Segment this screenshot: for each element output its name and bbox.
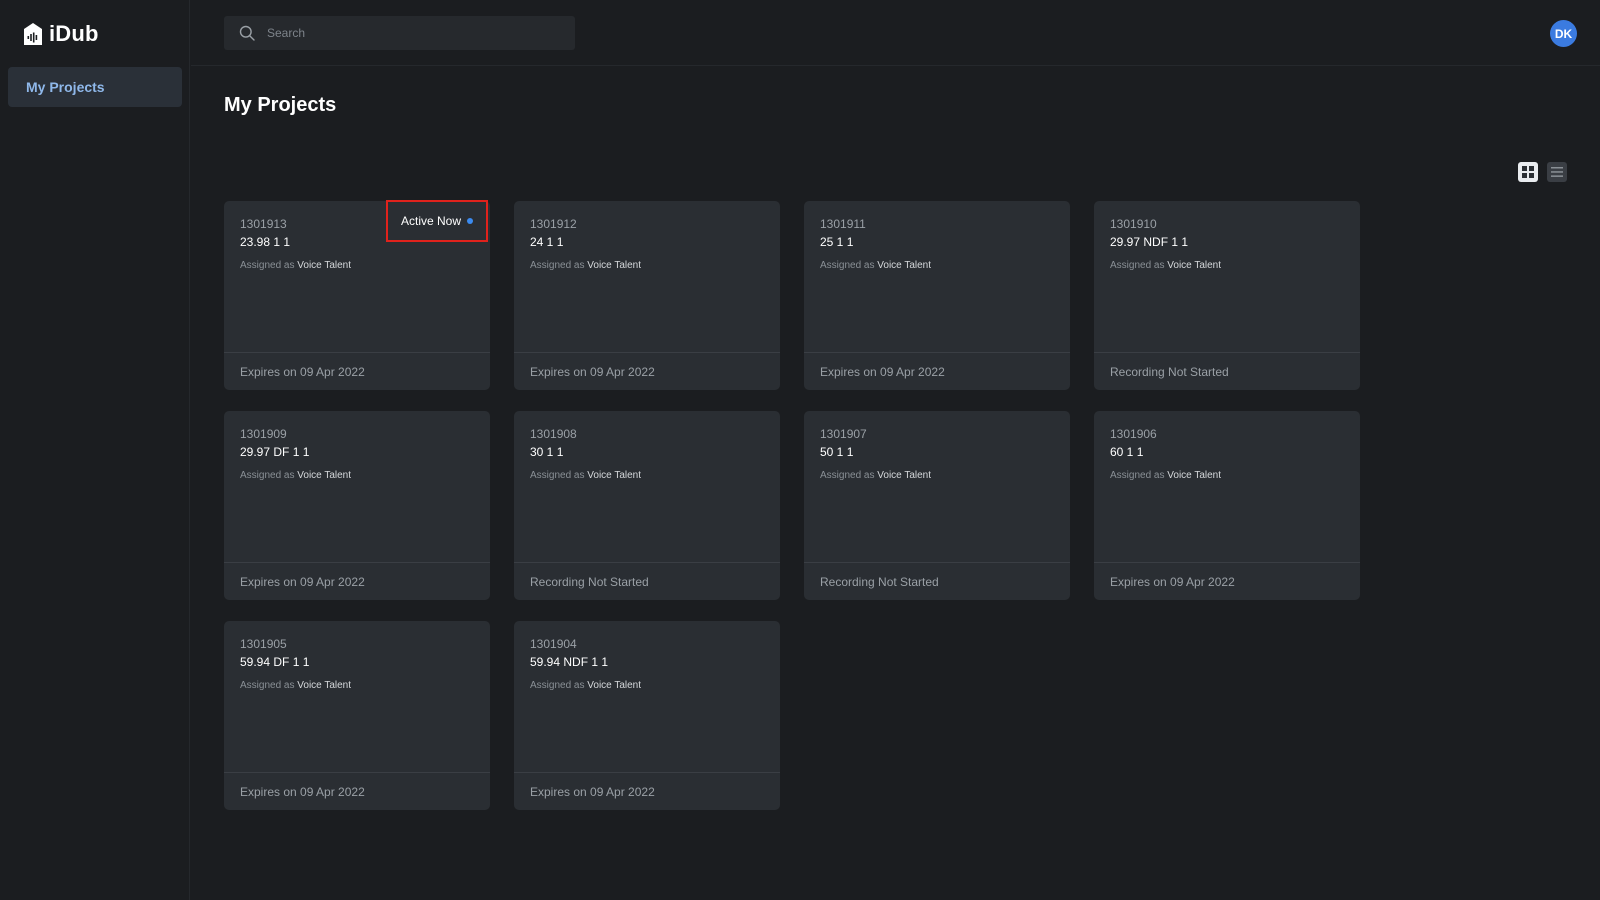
project-id: 1301910 (1110, 217, 1157, 231)
search-input[interactable] (267, 26, 557, 40)
project-card[interactable]: 1301906 60 1 1 Assigned as Voice Talent … (1094, 411, 1360, 600)
sidebar-item-my-projects[interactable]: My Projects (8, 67, 182, 107)
view-toggle (1518, 162, 1567, 182)
project-card[interactable]: 1301908 30 1 1 Assigned as Voice Talent … (514, 411, 780, 600)
project-card[interactable]: 1301905 59.94 DF 1 1 Assigned as Voice T… (224, 621, 490, 810)
app-name: iDub (49, 21, 99, 46)
assignment-role: Voice Talent (297, 680, 352, 691)
assignment-prefix: Assigned as (1110, 260, 1165, 271)
card-footer: Expires on 09 Apr 2022 (514, 772, 780, 810)
card-body: 1301904 59.94 NDF 1 1 Assigned as Voice … (530, 637, 764, 692)
assignment: Assigned as Voice Talent (530, 260, 764, 272)
project-card[interactable]: 1301911 25 1 1 Assigned as Voice Talent … (804, 201, 1070, 390)
assignment-prefix: Assigned as (1110, 470, 1165, 481)
app-root: iDub My Projects DK My Projects (0, 0, 1600, 900)
page-title: My Projects (224, 94, 337, 116)
project-name: 25 1 1 (820, 235, 854, 249)
project-id: 1301908 (530, 427, 577, 441)
assignment-prefix: Assigned as (530, 470, 585, 481)
card-body: 1301909 29.97 DF 1 1 Assigned as Voice T… (240, 427, 474, 482)
assignment-prefix: Assigned as (820, 260, 875, 271)
list-view-icon (1551, 167, 1563, 177)
assignment: Assigned as Voice Talent (240, 260, 474, 272)
sidebar: iDub My Projects (0, 0, 190, 900)
card-footer: Expires on 09 Apr 2022 (514, 352, 780, 390)
assignment-prefix: Assigned as (240, 470, 295, 481)
active-dot-icon (467, 218, 474, 224)
project-id: 1301912 (530, 217, 577, 231)
project-id: 1301907 (820, 427, 867, 441)
assignment: Assigned as Voice Talent (1110, 260, 1344, 272)
card-footer: Expires on 09 Apr 2022 (224, 352, 490, 390)
sidebar-item-label: My Projects (26, 79, 105, 95)
assignment: Assigned as Voice Talent (530, 470, 764, 482)
assignment: Assigned as Voice Talent (820, 470, 1054, 482)
project-id: 1301905 (240, 637, 287, 651)
card-footer: Recording Not Started (514, 562, 780, 600)
assignment-role: Voice Talent (587, 260, 642, 271)
card-body: 1301907 50 1 1 Assigned as Voice Talent (820, 427, 1054, 482)
search-box[interactable] (224, 16, 575, 50)
project-card[interactable]: 1301904 59.94 NDF 1 1 Assigned as Voice … (514, 621, 780, 810)
project-id: 1301909 (240, 427, 287, 441)
project-name: 29.97 NDF 1 1 (1110, 235, 1189, 249)
assignment-role: Voice Talent (877, 260, 932, 271)
assignment-prefix: Assigned as (240, 260, 295, 271)
project-card[interactable]: 1301912 24 1 1 Assigned as Voice Talent … (514, 201, 780, 390)
project-card[interactable]: 1301909 29.97 DF 1 1 Assigned as Voice T… (224, 411, 490, 600)
project-name: 29.97 DF 1 1 (240, 445, 310, 459)
assignment: Assigned as Voice Talent (820, 260, 1054, 272)
assignment-prefix: Assigned as (530, 680, 585, 691)
card-body: 1301911 25 1 1 Assigned as Voice Talent (820, 217, 1054, 272)
card-footer: Expires on 09 Apr 2022 (1094, 562, 1360, 600)
card-footer: Recording Not Started (804, 562, 1070, 600)
search-icon (239, 25, 255, 41)
project-name: 59.94 NDF 1 1 (530, 655, 609, 669)
assignment: Assigned as Voice Talent (1110, 470, 1344, 482)
active-now-badge: Active Now (386, 200, 488, 242)
card-body: 1301906 60 1 1 Assigned as Voice Talent (1110, 427, 1344, 482)
assignment-role: Voice Talent (297, 260, 352, 271)
card-footer: Expires on 09 Apr 2022 (224, 562, 490, 600)
project-card[interactable]: 1301907 50 1 1 Assigned as Voice Talent … (804, 411, 1070, 600)
card-body: 1301905 59.94 DF 1 1 Assigned as Voice T… (240, 637, 474, 692)
project-name: 59.94 DF 1 1 (240, 655, 310, 669)
card-body: 1301910 29.97 NDF 1 1 Assigned as Voice … (1110, 217, 1344, 272)
assignment-prefix: Assigned as (820, 470, 875, 481)
assignment-role: Voice Talent (587, 680, 642, 691)
project-name: 60 1 1 (1110, 445, 1144, 459)
top-bar: DK (191, 0, 1600, 66)
project-id: 1301911 (820, 217, 866, 231)
grid-view-icon (1522, 166, 1534, 178)
assignment-prefix: Assigned as (240, 680, 295, 691)
project-card[interactable]: 1301913 23.98 1 1 Assigned as Voice Tale… (224, 200, 490, 390)
assignment-role: Voice Talent (1167, 470, 1222, 481)
assignment: Assigned as Voice Talent (240, 470, 474, 482)
card-footer: Expires on 09 Apr 2022 (224, 772, 490, 810)
card-footer: Recording Not Started (1094, 352, 1360, 390)
assignment: Assigned as Voice Talent (240, 680, 474, 692)
card-body: 1301912 24 1 1 Assigned as Voice Talent (530, 217, 764, 272)
active-now-label: Active Now (400, 214, 462, 228)
assignment-role: Voice Talent (1167, 260, 1222, 271)
logo-icon (24, 23, 42, 45)
project-id: 1301906 (1110, 427, 1157, 441)
avatar[interactable]: DK (1550, 20, 1577, 47)
assignment-role: Voice Talent (587, 470, 642, 481)
app-logo[interactable]: iDub (24, 21, 99, 47)
assignment-role: Voice Talent (297, 470, 352, 481)
card-body: 1301908 30 1 1 Assigned as Voice Talent (530, 427, 764, 482)
project-id: 1301904 (530, 637, 577, 651)
project-name: 24 1 1 (530, 235, 564, 249)
assignment: Assigned as Voice Talent (530, 680, 764, 692)
project-name: 30 1 1 (530, 445, 564, 459)
grid-view-button[interactable] (1518, 162, 1538, 182)
projects-grid: 1301913 23.98 1 1 Assigned as Voice Tale… (224, 200, 1360, 810)
list-view-button[interactable] (1547, 162, 1567, 182)
assignment-role: Voice Talent (877, 470, 932, 481)
assignment-prefix: Assigned as (530, 260, 585, 271)
card-footer: Expires on 09 Apr 2022 (804, 352, 1070, 390)
project-card[interactable]: 1301910 29.97 NDF 1 1 Assigned as Voice … (1094, 201, 1360, 390)
project-name: 50 1 1 (820, 445, 854, 459)
